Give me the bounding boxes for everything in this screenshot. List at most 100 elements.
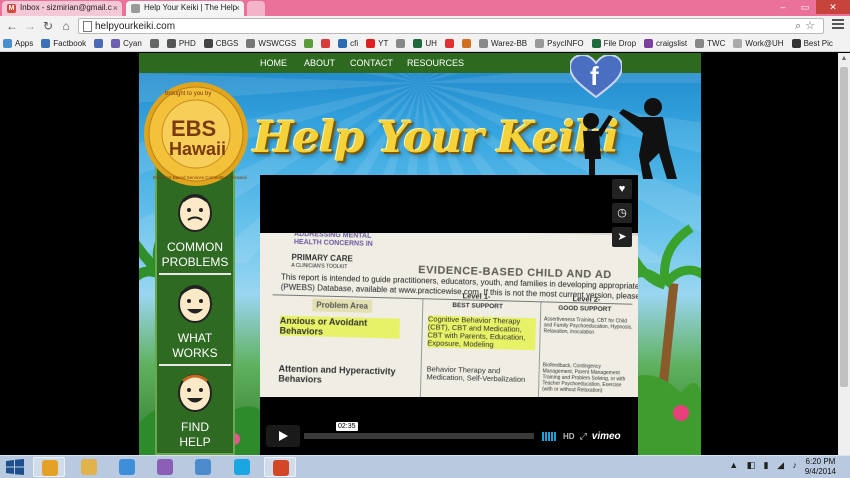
high-five-silhouette-graphic (583, 98, 677, 181)
explorer-icon (81, 459, 97, 475)
ebs-hawaii-logo[interactable]: EBS Hawaii brought to you by Evidence Ba… (143, 81, 249, 187)
doc-row-problem: Attention and Hyperactivity Behaviors (278, 363, 396, 385)
taskbar-app-powerpoint[interactable] (264, 457, 296, 477)
bookmark-item[interactable] (461, 39, 474, 48)
menu-icon[interactable] (832, 19, 844, 31)
clock-date: 9/4/2014 (804, 467, 836, 476)
logo-top-arc-text: brought to you by (165, 91, 211, 97)
bookmark-item[interactable]: craigslist (644, 39, 687, 48)
bookmark-item[interactable]: Cyan (111, 39, 142, 48)
heart-icon[interactable]: ♥ (612, 179, 632, 199)
bookmark-item[interactable]: TWC (695, 39, 725, 48)
sidebar-item-common-problems[interactable]: COMMON PROBLEMS (155, 191, 235, 275)
bookmark-label: WSWCGS (258, 39, 297, 48)
bookmark-item[interactable]: PHD (166, 39, 196, 48)
bookmark-icon (591, 39, 601, 48)
back-icon[interactable]: ← (4, 18, 20, 34)
sidebar-item-label: WORKS (172, 346, 218, 360)
system-tray-icons[interactable]: ▲ ◧ ▮ ◢ ♪ (729, 460, 800, 471)
itunes-icon (119, 459, 135, 475)
bookmark-icon (461, 39, 471, 48)
close-icon[interactable]: × (235, 1, 240, 15)
bookmark-icon (94, 39, 104, 48)
bookmark-item[interactable]: Warez-BB (478, 39, 528, 48)
bookmark-label: Cyan (123, 39, 142, 48)
bookmark-item[interactable] (396, 39, 408, 48)
clock-time: 6:20 PM (805, 457, 836, 466)
scroll-thumb[interactable] (840, 67, 848, 387)
doc-subtitle-text: A CLINICIAN'S TOOLKIT (291, 262, 348, 271)
volume-icon[interactable] (542, 431, 557, 441)
bookmark-item[interactable]: PsycINFO (535, 39, 584, 48)
bookmark-item[interactable] (94, 39, 106, 48)
bookmark-label: Warez-BB (490, 39, 528, 48)
bookmark-item[interactable]: Best Pic (791, 39, 833, 48)
bookmark-label: Factbook (53, 39, 87, 48)
taskbar-app-explorer[interactable] (73, 457, 105, 477)
hd-button[interactable]: HD (563, 432, 575, 441)
logo-hawaii-text: Hawaii (169, 139, 226, 159)
maximize-icon[interactable]: ▭ (794, 0, 816, 14)
bookmark-item[interactable]: Work@UH (733, 39, 784, 48)
nav-home-link[interactable]: HOME (260, 57, 287, 69)
sidebar-item-label: PROBLEMS (161, 255, 229, 269)
video-time: 02:35 (336, 422, 358, 431)
video-frame[interactable]: ADDRESSING Mental Health CONCERNS IN PRI… (260, 233, 638, 397)
scroll-up-icon[interactable]: ▲ (838, 53, 850, 65)
vimeo-logo[interactable]: vimeo (592, 431, 621, 442)
taskbar-app-app4[interactable] (149, 457, 181, 477)
nav-contact-link[interactable]: CONTACT (350, 57, 393, 69)
bookmark-item[interactable]: YT (366, 39, 388, 48)
reload-icon[interactable]: ↻ (40, 18, 56, 34)
windows-start-icon[interactable] (6, 459, 24, 475)
sidebar-item-what-works[interactable]: WHAT WORKS (155, 282, 235, 366)
fullscreen-icon[interactable]: ⤢ (580, 431, 587, 442)
face-icon (178, 374, 212, 412)
bookmark-item[interactable] (304, 39, 316, 48)
video-player[interactable]: ADDRESSING Mental Health CONCERNS IN PRI… (260, 175, 638, 455)
tab-label: Inbox - sizmirian@gmail.c (20, 3, 112, 12)
bookmark-item[interactable] (149, 39, 162, 48)
bookmark-item[interactable]: CBGS (203, 39, 238, 48)
doc-column-header: GOOD SUPPORT (558, 304, 612, 314)
sidebar-item-find-help[interactable]: FIND HELP (155, 371, 235, 450)
minimize-icon[interactable]: – (772, 0, 794, 14)
home-icon[interactable]: ⌂ (58, 18, 74, 34)
doc-row-level1: Cognitive Behavior Therapy (CBT), CBT an… (427, 314, 536, 351)
send-icon[interactable]: ➤ (612, 227, 632, 247)
taskbar-app-itunes[interactable] (111, 457, 143, 477)
close-icon[interactable]: × (113, 1, 118, 15)
forward-icon[interactable]: → (22, 18, 38, 34)
bookmark-item[interactable]: WSWCGS (246, 39, 296, 48)
nav-about-link[interactable]: ABOUT (304, 57, 335, 69)
bookmark-item[interactable]: Apps (3, 39, 33, 48)
tab-help-your-keiki[interactable]: Help Your Keiki | The Help × (126, 1, 244, 16)
bookmark-label: cfi (350, 39, 359, 48)
scrollbar[interactable]: ▲ (838, 53, 850, 455)
tab-gmail[interactable]: M Inbox - sizmirian@gmail.c × (2, 1, 122, 16)
video-timeline[interactable]: 02:35 (304, 422, 534, 439)
bookmark-icon (413, 39, 423, 48)
taskbar-app-skype[interactable] (226, 457, 258, 477)
new-tab-button[interactable] (247, 1, 265, 16)
sidebar-item-label: COMMON (167, 240, 223, 254)
page-icon (83, 21, 92, 32)
taskbar-app-app5[interactable] (187, 457, 219, 477)
bookmark-icon (733, 39, 743, 48)
bookmark-item[interactable]: UH (413, 39, 437, 48)
bookmark-item[interactable]: File Drop (591, 39, 636, 48)
close-window-icon[interactable]: ✕ (816, 0, 850, 14)
taskbar-app-chrome[interactable] (33, 457, 65, 477)
bookmark-item[interactable] (444, 39, 457, 48)
bookmark-item[interactable]: Factbook (41, 39, 86, 48)
search-icon[interactable]: ⌕☆ (795, 19, 819, 33)
bookmark-item[interactable] (321, 39, 333, 48)
clock-icon[interactable]: ◷ (612, 203, 632, 223)
bookmark-icon (695, 39, 705, 48)
address-bar[interactable]: helpyourkeiki.com ⌕☆ (78, 18, 824, 34)
nav-resources-link[interactable]: RESOURCES (407, 57, 464, 69)
play-button[interactable] (266, 425, 300, 447)
bookmark-item[interactable]: cfi (338, 39, 358, 48)
bookmark-icon (203, 39, 213, 48)
clock[interactable]: 6:20 PM 9/4/2014 (805, 457, 836, 477)
